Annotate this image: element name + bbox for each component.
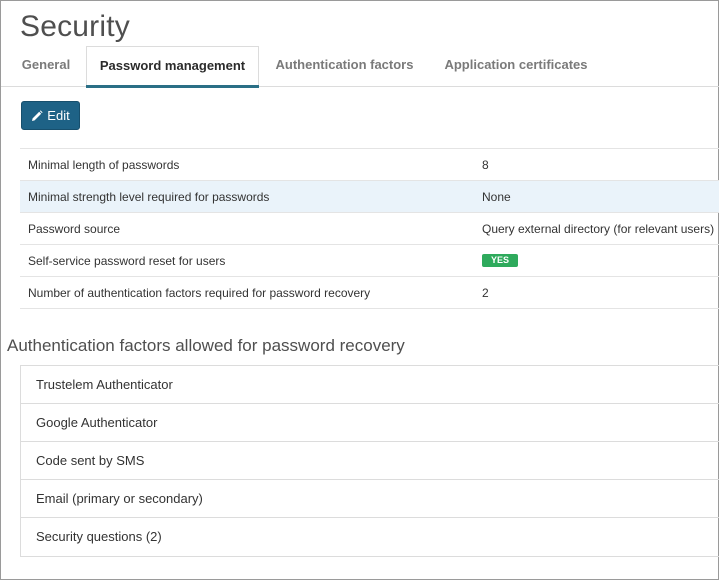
setting-label: Password source xyxy=(28,222,121,236)
status-badge: YES xyxy=(482,254,519,268)
pencil-icon xyxy=(31,109,43,122)
setting-row-password-source: Password source Query external directory… xyxy=(20,213,719,245)
setting-label: Minimal strength level required for pass… xyxy=(28,190,270,204)
tab-application-certificates[interactable]: Application certificates xyxy=(431,46,601,86)
edit-label: Edit xyxy=(47,108,70,123)
setting-row-min-length: Minimal length of passwords 8 xyxy=(20,149,719,181)
setting-row-min-strength: Minimal strength level required for pass… xyxy=(20,181,719,213)
tab-general[interactable]: General xyxy=(9,46,83,86)
page-title: Security xyxy=(20,10,130,43)
setting-value: None xyxy=(482,190,511,204)
list-item: Security questions (2) xyxy=(36,529,162,544)
setting-label: Minimal length of passwords xyxy=(28,158,180,172)
list-item: Email (primary or secondary) xyxy=(21,480,719,518)
setting-value: 2 xyxy=(482,286,489,300)
setting-label: Self-service password reset for users xyxy=(28,254,226,268)
setting-row-recovery-factors-count: Number of authentication factors require… xyxy=(20,277,719,309)
setting-row-self-service-reset: Self-service password reset for users YE… xyxy=(20,245,719,277)
section-title: Authentication factors allowed for passw… xyxy=(7,336,405,355)
tab-bar: General Password management Authenticati… xyxy=(1,46,719,88)
setting-value: Query external directory (for relevant u… xyxy=(482,222,715,236)
setting-value: YES xyxy=(482,245,519,277)
tab-authentication-factors[interactable]: Authentication factors xyxy=(263,46,426,86)
setting-value: 8 xyxy=(482,158,489,172)
list-item: Google Authenticator xyxy=(21,404,719,442)
password-settings-table: Minimal length of passwords 8 Minimal st… xyxy=(20,148,719,309)
security-page: Security General Password management Aut… xyxy=(0,0,719,580)
list-item: Trustelem Authenticator xyxy=(21,366,719,404)
setting-label: Number of authentication factors require… xyxy=(28,286,371,300)
edit-button[interactable]: Edit xyxy=(21,101,80,130)
list-item: Code sent by SMS xyxy=(21,442,719,480)
recovery-factors-list: Trustelem Authenticator Google Authentic… xyxy=(20,365,719,557)
tab-password-management[interactable]: Password management xyxy=(86,46,259,88)
